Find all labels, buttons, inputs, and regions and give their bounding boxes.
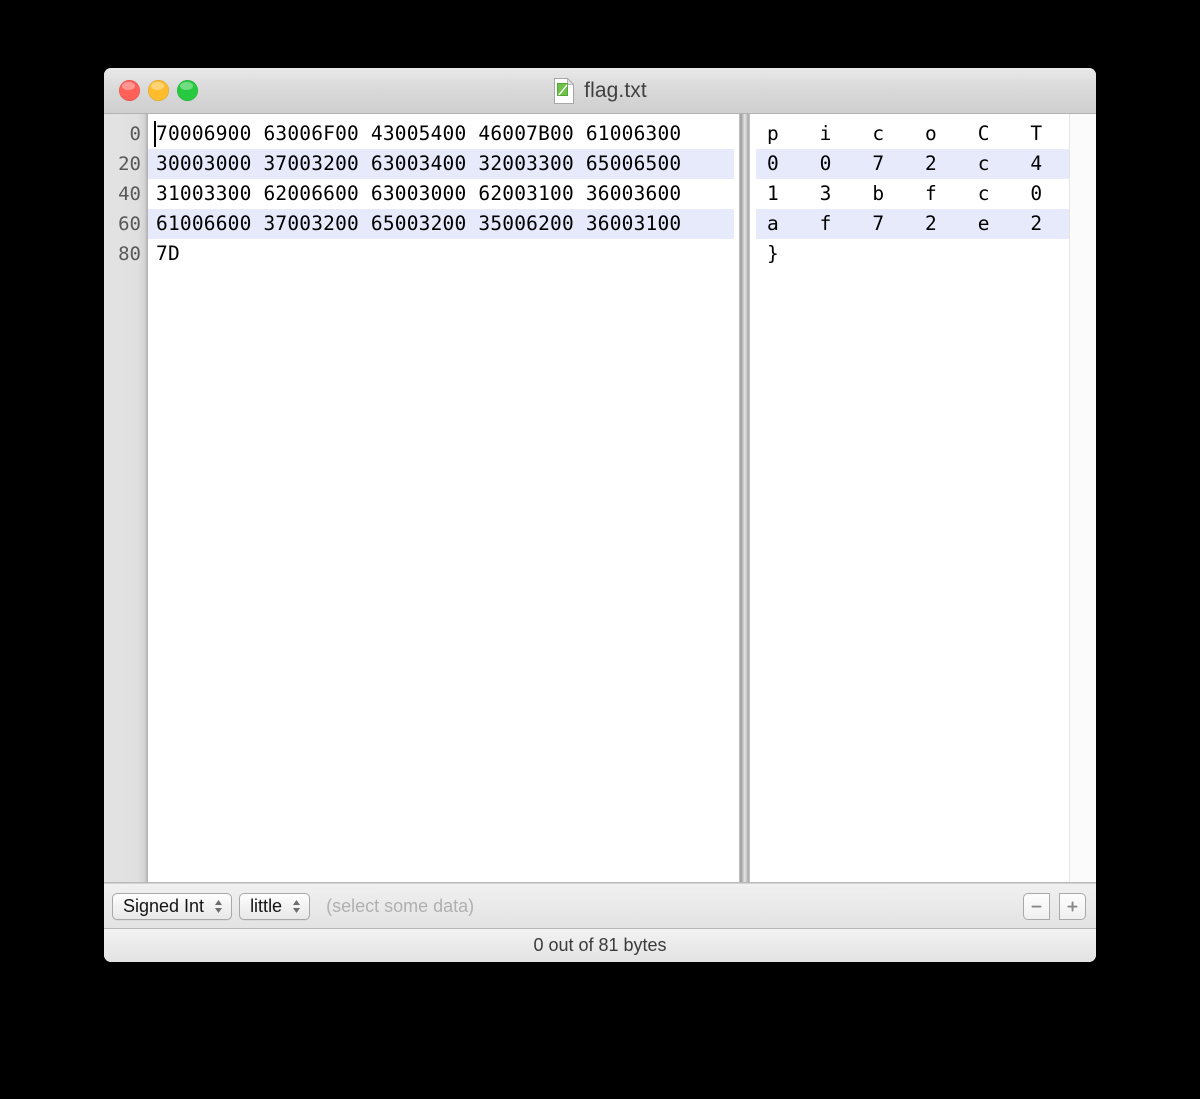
offset-label: 40	[118, 183, 141, 205]
chevron-updown-icon	[215, 899, 223, 913]
hex-row[interactable]: 70006900 63006F00 43005400 46007B00 6100…	[148, 119, 734, 149]
minus-icon	[1031, 905, 1042, 907]
window-controls	[119, 80, 198, 101]
hex-editor-body: 0 20 40 60 80 70006900 63006F00 43005400…	[104, 114, 1096, 883]
pane-divider[interactable]	[734, 114, 756, 882]
hex-editor-window: flag.txt 0 20 40 60 80 70006900 63006F00…	[104, 68, 1096, 962]
plus-icon	[1067, 901, 1078, 911]
hex-row[interactable]: 61006600 37003200 65003200 35006200 3600…	[148, 209, 734, 239]
data-type-value: Signed Int	[123, 895, 205, 916]
hex-row[interactable]: 30003000 37003200 63003400 32003300 6500…	[148, 149, 734, 179]
offset-label: 0	[129, 123, 141, 145]
ascii-row[interactable]: p i c o C T F { a c	[756, 119, 1069, 149]
hex-row[interactable]: 7D	[148, 239, 734, 269]
window-titlebar[interactable]: flag.txt	[104, 68, 1096, 114]
endianness-value: little	[250, 895, 283, 916]
window-title-group: flag.txt	[104, 68, 1096, 113]
endianness-select[interactable]: little	[239, 892, 311, 920]
ascii-text-pane[interactable]: p i c o C T F { a c 0 0 7 2 c 4 2 3 e e …	[756, 114, 1069, 882]
close-button[interactable]	[119, 80, 140, 101]
byte-count-status: 0 out of 81 bytes	[533, 935, 667, 955]
minimize-button[interactable]	[148, 80, 169, 101]
add-inspector-row-button[interactable]	[1059, 892, 1086, 920]
text-caret	[154, 121, 156, 147]
data-type-select[interactable]: Signed Int	[112, 892, 233, 920]
offset-label: 20	[118, 153, 141, 175]
data-inspector-bar: Signed Int little (select some data)	[104, 883, 1096, 929]
offset-label: 60	[118, 213, 141, 235]
hex-bytes-pane[interactable]: 70006900 63006F00 43005400 46007B00 6100…	[148, 114, 734, 882]
offset-gutter: 0 20 40 60 80	[104, 114, 148, 882]
maximize-button[interactable]	[177, 80, 198, 101]
inspector-hint: (select some data)	[326, 895, 475, 916]
ascii-row[interactable]: a f 7 2 e 2 5 b 6 1	[756, 209, 1069, 239]
ascii-row[interactable]: 1 3 b f c 0 b 1 6 6	[756, 179, 1069, 209]
window-title: flag.txt	[584, 78, 647, 102]
ascii-row[interactable]: }	[756, 239, 1069, 269]
chevron-updown-icon	[293, 899, 301, 913]
status-bar: 0 out of 81 bytes	[104, 929, 1096, 962]
offset-label: 80	[118, 243, 141, 265]
vertical-scrollbar[interactable]	[1069, 114, 1096, 882]
text-document-icon	[554, 77, 575, 104]
hex-row[interactable]: 31003300 62006600 63003000 62003100 3600…	[148, 179, 734, 209]
ascii-row[interactable]: 0 0 7 2 c 4 2 3 e e	[756, 149, 1069, 179]
remove-inspector-row-button[interactable]	[1023, 892, 1050, 920]
